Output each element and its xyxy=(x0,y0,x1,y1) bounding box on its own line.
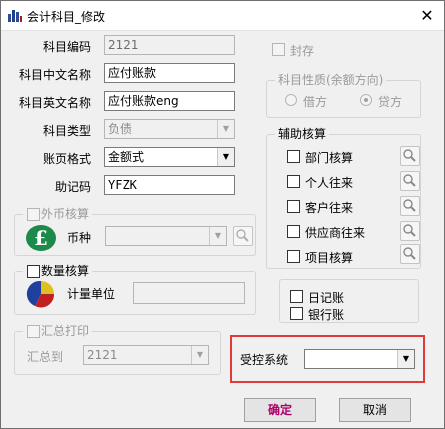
type-label: 科目类型 xyxy=(43,124,92,138)
credit-label: 贷方 xyxy=(378,95,403,109)
cn-name-field[interactable]: 应付账款 xyxy=(104,63,235,83)
credit-radio[interactable] xyxy=(360,94,372,106)
search-icon xyxy=(403,199,416,212)
chevron-down-icon: ▼ xyxy=(217,148,234,166)
close-icon: ✕ xyxy=(420,6,434,25)
control-system-label: 受控系统 xyxy=(240,353,289,367)
sealed-label: 封存 xyxy=(290,44,315,58)
debit-label: 借方 xyxy=(303,95,328,109)
en-name-field[interactable]: 应付账款eng xyxy=(104,91,235,111)
aux-checkbox-personal[interactable] xyxy=(287,175,300,188)
chevron-down-icon: ▼ xyxy=(191,346,208,364)
summary-to-label: 汇总到 xyxy=(27,350,64,364)
summary-to-value: 2121 xyxy=(87,348,118,362)
en-name-label: 科目英文名称 xyxy=(19,96,92,110)
journal-checkbox[interactable] xyxy=(290,290,303,303)
window-title: 会计科目_修改 xyxy=(27,10,106,24)
aux-label-project: 项目核算 xyxy=(305,251,354,265)
search-icon xyxy=(403,149,416,162)
search-icon xyxy=(236,229,249,242)
nature-group-title: 科目性质(余额方向) xyxy=(275,73,387,87)
aux-label-dept: 部门核算 xyxy=(305,151,354,165)
aux-search-button-customer[interactable] xyxy=(400,196,420,216)
aux-group: 辅助核算 部门核算 个人往来 客户往来 供应商往来 项目核算 xyxy=(266,127,421,269)
code-field: 2121 xyxy=(104,35,235,55)
app-icon xyxy=(8,10,22,22)
page-format-select[interactable]: 金额式 ▼ xyxy=(104,147,235,167)
dialog-window: 会计科目_修改 ✕ 科目编码 2121 科目中文名称 应付账款 科目英文名称 应… xyxy=(0,0,445,429)
close-button[interactable]: ✕ xyxy=(416,5,438,27)
aux-checkbox-customer[interactable] xyxy=(287,200,300,213)
aux-search-button-project[interactable] xyxy=(400,244,420,264)
summary-group: 汇总打印 汇总到 2121 ▼ xyxy=(14,324,221,375)
unit-label: 计量单位 xyxy=(67,287,116,301)
debit-radio[interactable] xyxy=(285,94,297,106)
aux-label-personal: 个人往来 xyxy=(305,176,354,190)
ok-button[interactable]: 确定 xyxy=(244,398,316,422)
nature-group: 科目性质(余额方向) 借方 贷方 xyxy=(266,73,421,118)
type-value: 负债 xyxy=(108,122,133,136)
page-format-label: 账页格式 xyxy=(43,152,92,166)
search-icon xyxy=(403,247,416,260)
mnemonic-label: 助记码 xyxy=(55,180,92,194)
foreign-currency-group: 外币核算 £ 币种 ▼ xyxy=(14,207,256,256)
cancel-button[interactable]: 取消 xyxy=(339,398,411,422)
currency-label: 币种 xyxy=(67,231,92,245)
chevron-down-icon: ▼ xyxy=(397,350,414,368)
search-icon xyxy=(403,224,416,237)
chevron-down-icon: ▼ xyxy=(209,227,226,245)
currency-select: ▼ xyxy=(105,226,227,246)
currency-search-button[interactable] xyxy=(233,226,253,246)
code-label: 科目编码 xyxy=(43,40,92,54)
ledger-group: 日记账 银行账 xyxy=(279,279,419,323)
unit-field xyxy=(133,282,245,304)
foreign-currency-checkbox[interactable] xyxy=(27,208,40,221)
bank-checkbox[interactable] xyxy=(290,307,303,320)
aux-group-title: 辅助核算 xyxy=(275,127,330,141)
search-icon xyxy=(403,174,416,187)
quantity-group: 数量核算 计量单位 xyxy=(14,264,256,315)
title-bar: 会计科目_修改 ✕ xyxy=(1,1,444,31)
aux-label-supplier: 供应商往来 xyxy=(305,226,366,240)
aux-search-button-supplier[interactable] xyxy=(400,221,420,241)
cn-name-label: 科目中文名称 xyxy=(19,68,92,82)
pie-chart-icon xyxy=(26,280,55,308)
quantity-title: 数量核算 xyxy=(41,264,90,278)
currency-icon: £ xyxy=(26,225,56,251)
summary-title: 汇总打印 xyxy=(41,324,90,338)
chevron-down-icon: ▼ xyxy=(217,120,234,138)
page-format-value: 金额式 xyxy=(108,150,145,164)
summary-checkbox[interactable] xyxy=(27,325,40,338)
summary-to-select: 2121 ▼ xyxy=(83,345,209,365)
quantity-checkbox[interactable] xyxy=(27,265,40,278)
journal-label: 日记账 xyxy=(308,291,345,305)
mnemonic-field[interactable]: YFZK xyxy=(104,175,235,195)
aux-checkbox-supplier[interactable] xyxy=(287,225,300,238)
bank-label: 银行账 xyxy=(308,308,345,322)
sealed-checkbox[interactable] xyxy=(272,43,285,56)
aux-search-button-dept[interactable] xyxy=(400,146,420,166)
foreign-currency-title: 外币核算 xyxy=(41,207,90,221)
control-system-select[interactable]: ▼ xyxy=(304,349,415,369)
svg-text:£: £ xyxy=(34,226,48,250)
type-select: 负债 ▼ xyxy=(104,119,235,139)
aux-checkbox-project[interactable] xyxy=(287,250,300,263)
aux-checkbox-dept[interactable] xyxy=(287,150,300,163)
aux-label-customer: 客户往来 xyxy=(305,201,354,215)
aux-search-button-personal[interactable] xyxy=(400,171,420,191)
